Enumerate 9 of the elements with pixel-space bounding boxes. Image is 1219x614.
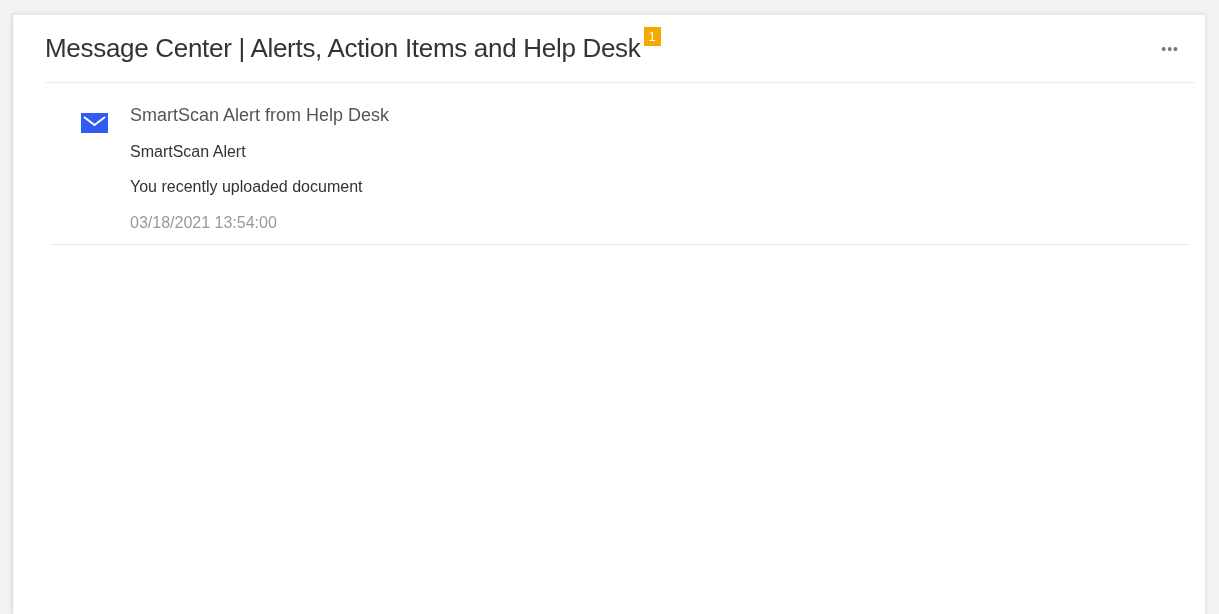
mail-icon [81, 113, 108, 133]
message-subject: SmartScan Alert from Help Desk [130, 105, 390, 126]
message-time: 03/18/2021 13:54:00 [130, 214, 278, 232]
message-title: SmartScan Alert [130, 143, 247, 161]
message-item[interactable]: SmartScan Alert from Help Desk SmartScan Alert You recently uploaded document 03/18/2021 13:54:00 [51, 83, 1189, 245]
message-body: You recently uploaded document [130, 178, 364, 196]
more-menu-button[interactable]: ••• [1159, 38, 1181, 59]
panel-title: Message Center | Alerts, Action Items and Help Desk [45, 33, 641, 64]
count-badge: 1 [643, 27, 661, 46]
